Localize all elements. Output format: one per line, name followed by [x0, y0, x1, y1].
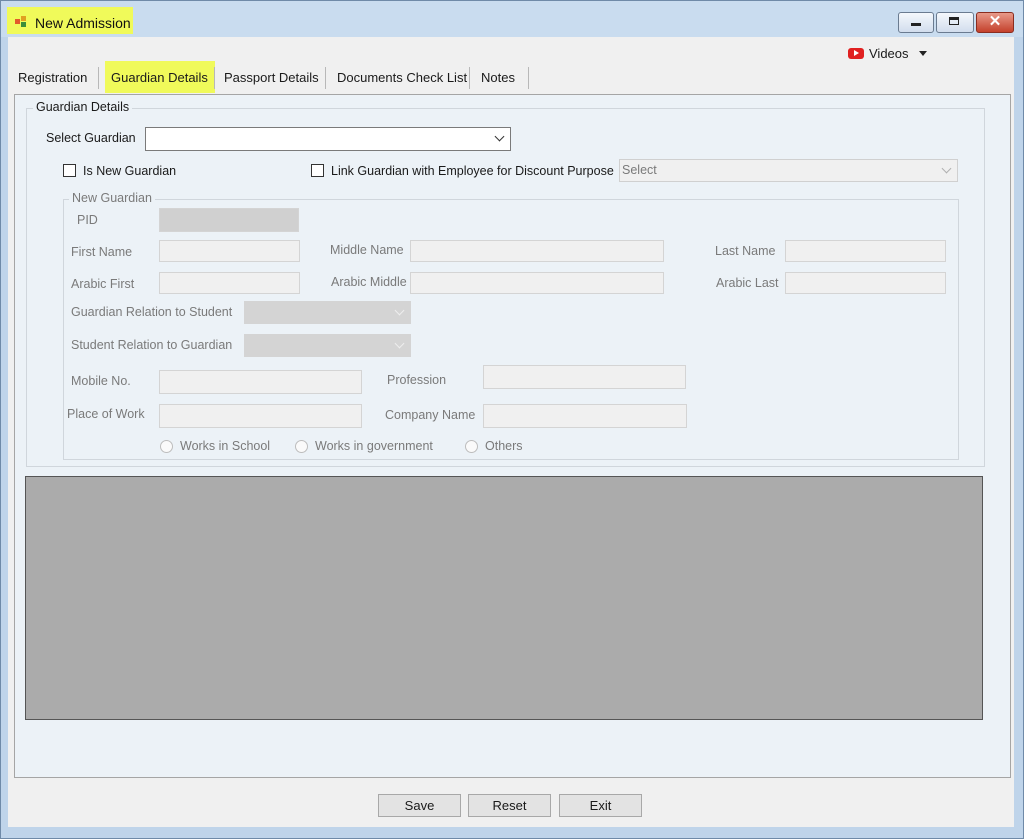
is-new-guardian-label: Is New Guardian [83, 164, 177, 178]
tab-passport-details[interactable]: Passport Details [224, 68, 319, 88]
company-name-label: Company Name [385, 408, 476, 422]
save-button[interactable]: Save [378, 794, 461, 817]
pid-label: PID [77, 213, 98, 227]
minimize-button[interactable] [898, 12, 934, 33]
employee-select-combo[interactable]: Select [619, 159, 958, 182]
link-employee-checkbox[interactable] [311, 164, 324, 177]
employee-select-placeholder: Select [622, 163, 657, 177]
tab-separator [98, 67, 99, 89]
guardian-details-tab-page: Guardian Details Select Guardian Is New … [14, 94, 1011, 778]
place-of-work-field[interactable] [159, 404, 362, 428]
chevron-down-icon [394, 305, 405, 316]
select-guardian-label: Select Guardian [46, 131, 136, 145]
new-admission-window: New Admission ✕ Videos Registration Guar… [0, 0, 1024, 839]
middle-name-label: Middle Name [330, 243, 404, 257]
guardian-details-group-title: Guardian Details [33, 100, 133, 114]
profession-label: Profession [387, 373, 447, 387]
first-name-label: First Name [71, 245, 133, 259]
guardian-relation-label: Guardian Relation to Student [71, 305, 233, 319]
title-bar: New Admission ✕ [1, 1, 1023, 37]
exit-button[interactable]: Exit [559, 794, 642, 817]
select-guardian-combo[interactable] [145, 127, 511, 151]
youtube-icon [848, 47, 864, 59]
pid-field[interactable] [159, 208, 299, 232]
tab-separator [214, 67, 215, 89]
arabic-middle-label: Arabic Middle [331, 275, 407, 289]
guardian-grid[interactable] [25, 476, 983, 720]
caret-down-icon [918, 50, 927, 56]
chevron-down-icon [941, 163, 952, 174]
tab-separator [528, 67, 529, 89]
chevron-down-icon [394, 338, 405, 349]
close-button[interactable]: ✕ [976, 12, 1014, 33]
works-in-school-radio[interactable] [160, 440, 173, 453]
app-icon [15, 16, 28, 27]
mobile-label: Mobile No. [71, 374, 131, 388]
works-in-government-label: Works in government [315, 439, 433, 453]
profession-field[interactable] [483, 365, 686, 389]
tab-guardian-details[interactable]: Guardian Details [111, 68, 208, 88]
last-name-label: Last Name [715, 244, 776, 258]
tab-separator [469, 67, 470, 89]
tab-separator [325, 67, 326, 89]
arabic-last-field[interactable] [785, 272, 946, 294]
tab-notes[interactable]: Notes [481, 68, 515, 88]
arabic-first-label: Arabic First [71, 277, 135, 291]
works-in-school-label: Works in School [180, 439, 271, 453]
is-new-guardian-checkbox[interactable] [63, 164, 76, 177]
maximize-icon [949, 17, 959, 25]
client-area: Videos Registration Guardian Details Pas… [8, 37, 1014, 827]
arabic-middle-field[interactable] [410, 272, 664, 294]
others-label: Others [485, 439, 523, 453]
minimize-icon [911, 23, 921, 26]
videos-label: Videos [869, 45, 909, 61]
first-name-field[interactable] [159, 240, 300, 262]
student-relation-combo[interactable] [244, 334, 411, 357]
company-name-field[interactable] [483, 404, 687, 428]
last-name-field[interactable] [785, 240, 946, 262]
guardian-relation-combo[interactable] [244, 301, 411, 324]
place-of-work-label: Place of Work [67, 407, 145, 421]
mobile-field[interactable] [159, 370, 362, 394]
works-in-government-radio[interactable] [295, 440, 308, 453]
reset-button[interactable]: Reset [468, 794, 551, 817]
maximize-button[interactable] [936, 12, 974, 33]
close-icon: ✕ [988, 13, 1002, 30]
middle-name-field[interactable] [410, 240, 664, 262]
tab-strip: Registration Guardian Details Passport D… [8, 61, 1014, 93]
new-guardian-group-title: New Guardian [69, 191, 155, 205]
others-radio[interactable] [465, 440, 478, 453]
videos-dropdown[interactable]: Videos [848, 44, 927, 62]
arabic-last-label: Arabic Last [716, 276, 779, 290]
tab-documents-check-list[interactable]: Documents Check List [337, 68, 467, 88]
tab-registration[interactable]: Registration [18, 68, 87, 88]
chevron-down-icon [494, 131, 505, 142]
arabic-first-field[interactable] [159, 272, 300, 294]
link-employee-label: Link Guardian with Employee for Discount… [331, 164, 614, 178]
student-relation-label: Student Relation to Guardian [71, 338, 233, 352]
window-title: New Admission [35, 15, 131, 31]
